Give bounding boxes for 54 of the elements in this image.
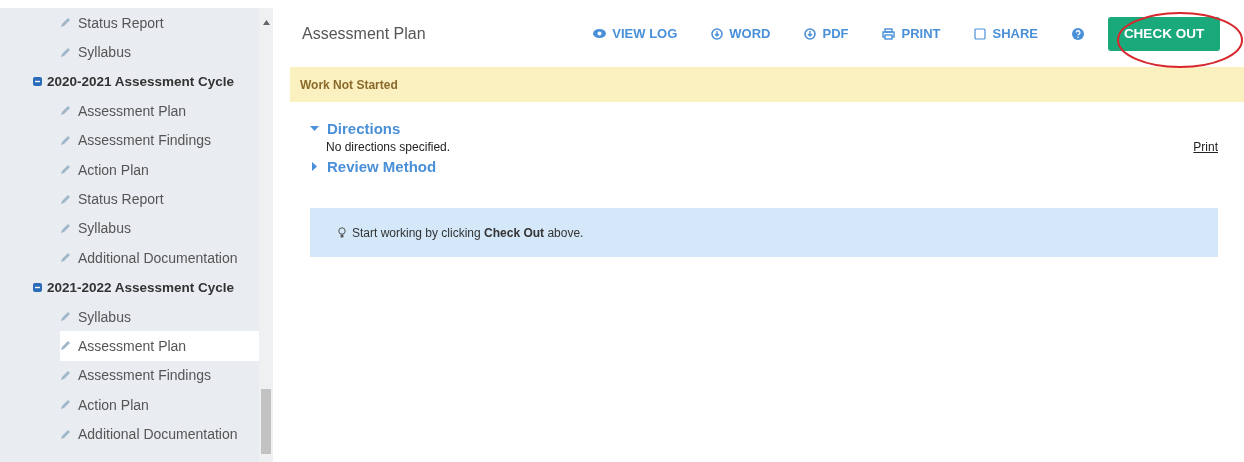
sidebar-item[interactable]: Assessment Findings xyxy=(60,360,259,391)
pencil-icon xyxy=(60,311,71,323)
page-title: Assessment Plan xyxy=(302,24,426,43)
toolbar-link[interactable]: VIEW LOG xyxy=(593,26,678,41)
pencil-icon xyxy=(60,222,71,234)
sidebar-item[interactable]: Syllabus xyxy=(60,213,259,244)
sidebar-item[interactable]: Additional Documentation xyxy=(60,243,259,273)
toolbar-link[interactable]: SHARE xyxy=(974,26,1038,41)
sidebar-item[interactable]: Status Report xyxy=(60,184,259,214)
pencil-icon xyxy=(60,369,71,381)
caret-right-icon xyxy=(310,161,319,171)
sidebar-item[interactable]: Action Plan xyxy=(60,390,259,420)
pencil-icon xyxy=(60,105,71,117)
pencil-icon xyxy=(60,46,71,58)
checkbox-icon xyxy=(974,27,987,40)
sidebar-item[interactable]: Syllabus xyxy=(60,301,259,332)
scrollbar-thumb[interactable] xyxy=(261,389,271,454)
printer-icon xyxy=(882,27,896,40)
directions-text: No directions specified. xyxy=(326,140,451,154)
sidebar-item[interactable]: Assessment Findings xyxy=(60,125,259,155)
help-icon[interactable] xyxy=(1072,27,1084,40)
sidebar-item[interactable]: Assessment Plan xyxy=(60,331,259,361)
collapse-icon[interactable] xyxy=(33,282,42,292)
lightbulb-icon xyxy=(338,227,346,238)
pencil-icon xyxy=(60,252,71,264)
section-toggle[interactable]: Review Method xyxy=(310,154,1218,178)
scroll-up-icon[interactable] xyxy=(262,20,270,25)
pencil-icon xyxy=(60,340,71,352)
pencil-icon xyxy=(60,164,71,176)
print-link[interactable]: Print xyxy=(1193,140,1218,154)
pencil-icon xyxy=(60,399,71,411)
caret-down-icon xyxy=(310,123,319,133)
collapse-icon[interactable] xyxy=(33,76,42,86)
toolbar-link[interactable]: PRINT xyxy=(882,26,941,41)
pencil-icon xyxy=(60,134,71,146)
sidebar-item[interactable]: Action Plan xyxy=(60,154,259,185)
pencil-icon xyxy=(60,428,71,440)
toolbar-link[interactable]: WORD xyxy=(711,26,771,41)
sidebar-item[interactable]: Status Report xyxy=(60,8,259,38)
download-icon xyxy=(804,27,817,40)
eye-icon xyxy=(593,29,607,38)
status-banner: Work Not Started xyxy=(290,67,1244,102)
cycle-heading[interactable]: 2021-2022 Assessment Cycle xyxy=(33,272,259,302)
download-icon xyxy=(711,27,724,40)
toolbar-link[interactable]: PDF xyxy=(804,26,849,41)
scrollbar[interactable] xyxy=(259,8,273,462)
sidebar-item[interactable]: Additional Documentation xyxy=(60,419,259,449)
sidebar-item[interactable]: Assessment Plan xyxy=(60,96,259,126)
cycle-heading[interactable]: 2020-2021 Assessment Cycle xyxy=(33,66,259,97)
pencil-icon xyxy=(60,17,71,29)
hint-text: Start working by clicking Check Out above. xyxy=(352,225,584,240)
section-toggle[interactable]: Directions xyxy=(310,116,1218,140)
pencil-icon xyxy=(60,193,71,205)
sidebar-item[interactable]: Syllabus xyxy=(60,37,259,67)
